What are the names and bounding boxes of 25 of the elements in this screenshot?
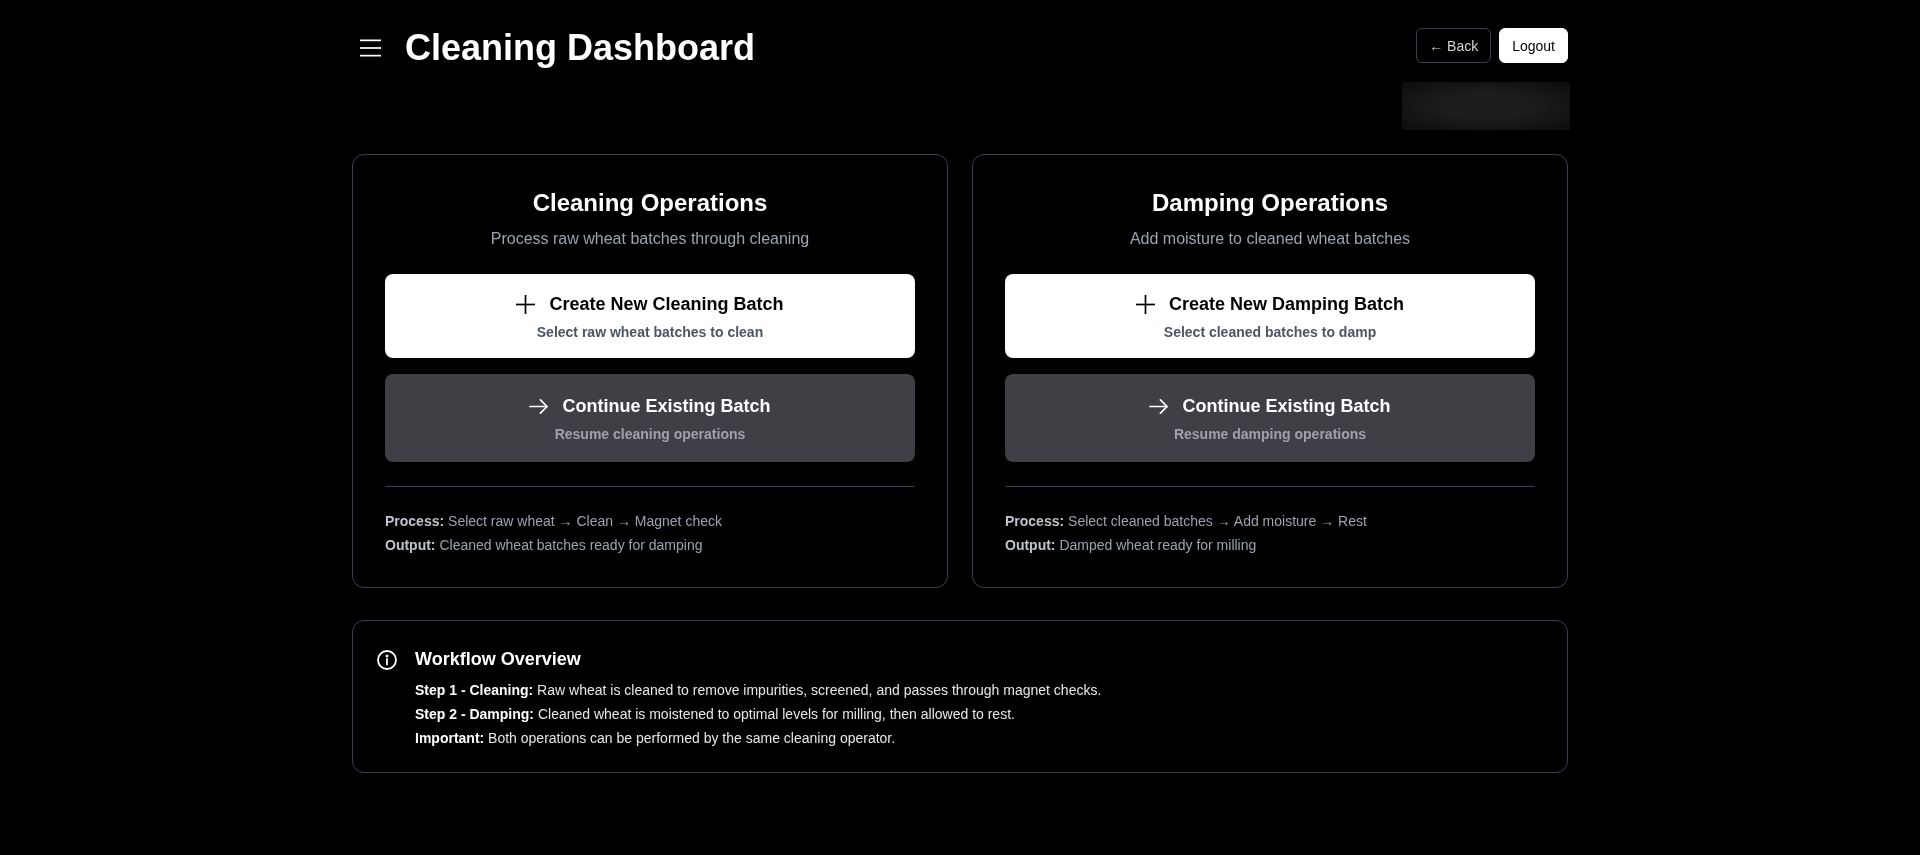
- card-title: Cleaning Operations: [531, 188, 769, 218]
- info-icon: [377, 650, 397, 670]
- card-subtitle: Add moisture to cleaned wheat batches: [1128, 229, 1412, 249]
- card-subtitle: Process raw wheat batches through cleaning: [489, 229, 811, 249]
- workflow-title: Workflow Overview: [415, 648, 582, 671]
- card-title: Damping Operations: [1151, 188, 1389, 218]
- create-batch-button[interactable]: Create New Cleaning Batch Select raw wheat batches to clean: [385, 274, 915, 358]
- detail-line: Output: Damped wheat ready for milling: [1005, 536, 1258, 555]
- back-button[interactable]: ← Back: [1416, 28, 1492, 63]
- detail-line: Process: Select cleaned batches → Add moisture → Rest: [1005, 512, 1368, 531]
- arrow-right-icon: [1149, 396, 1169, 416]
- create-batch-button[interactable]: Create New Damping Batch Select cleaned batches to damp: [1005, 274, 1535, 358]
- workflow-step: Step 1 - Cleaning: Raw wheat is cleaned to remove impurities, screened, and passes through magnet checks.: [415, 680, 1102, 700]
- workflow-step: Important: Both operations can be performed by the same cleaning operator.: [415, 728, 1102, 748]
- continue-batch-button[interactable]: Continue Existing Batch Resume damping operations: [1005, 374, 1535, 462]
- workflow-step: Step 2 - Damping: Cleaned wheat is moistened to optimal levels for milling, then allowed to rest.: [415, 704, 1102, 724]
- arrow-right-icon: [529, 396, 549, 416]
- plus-icon: [516, 294, 536, 314]
- detail-line: Process: Select raw wheat → Clean → Magnet check: [385, 512, 723, 531]
- detail-line: Output: Cleaned wheat batches ready for damping: [385, 536, 704, 555]
- logout-button[interactable]: Logout: [1499, 28, 1568, 63]
- continue-batch-button[interactable]: Continue Existing Batch Resume cleaning operations: [385, 374, 915, 462]
- page-title: Cleaning Dashboard: [405, 28, 756, 68]
- menu-icon[interactable]: [360, 39, 381, 57]
- plus-icon: [1135, 294, 1155, 314]
